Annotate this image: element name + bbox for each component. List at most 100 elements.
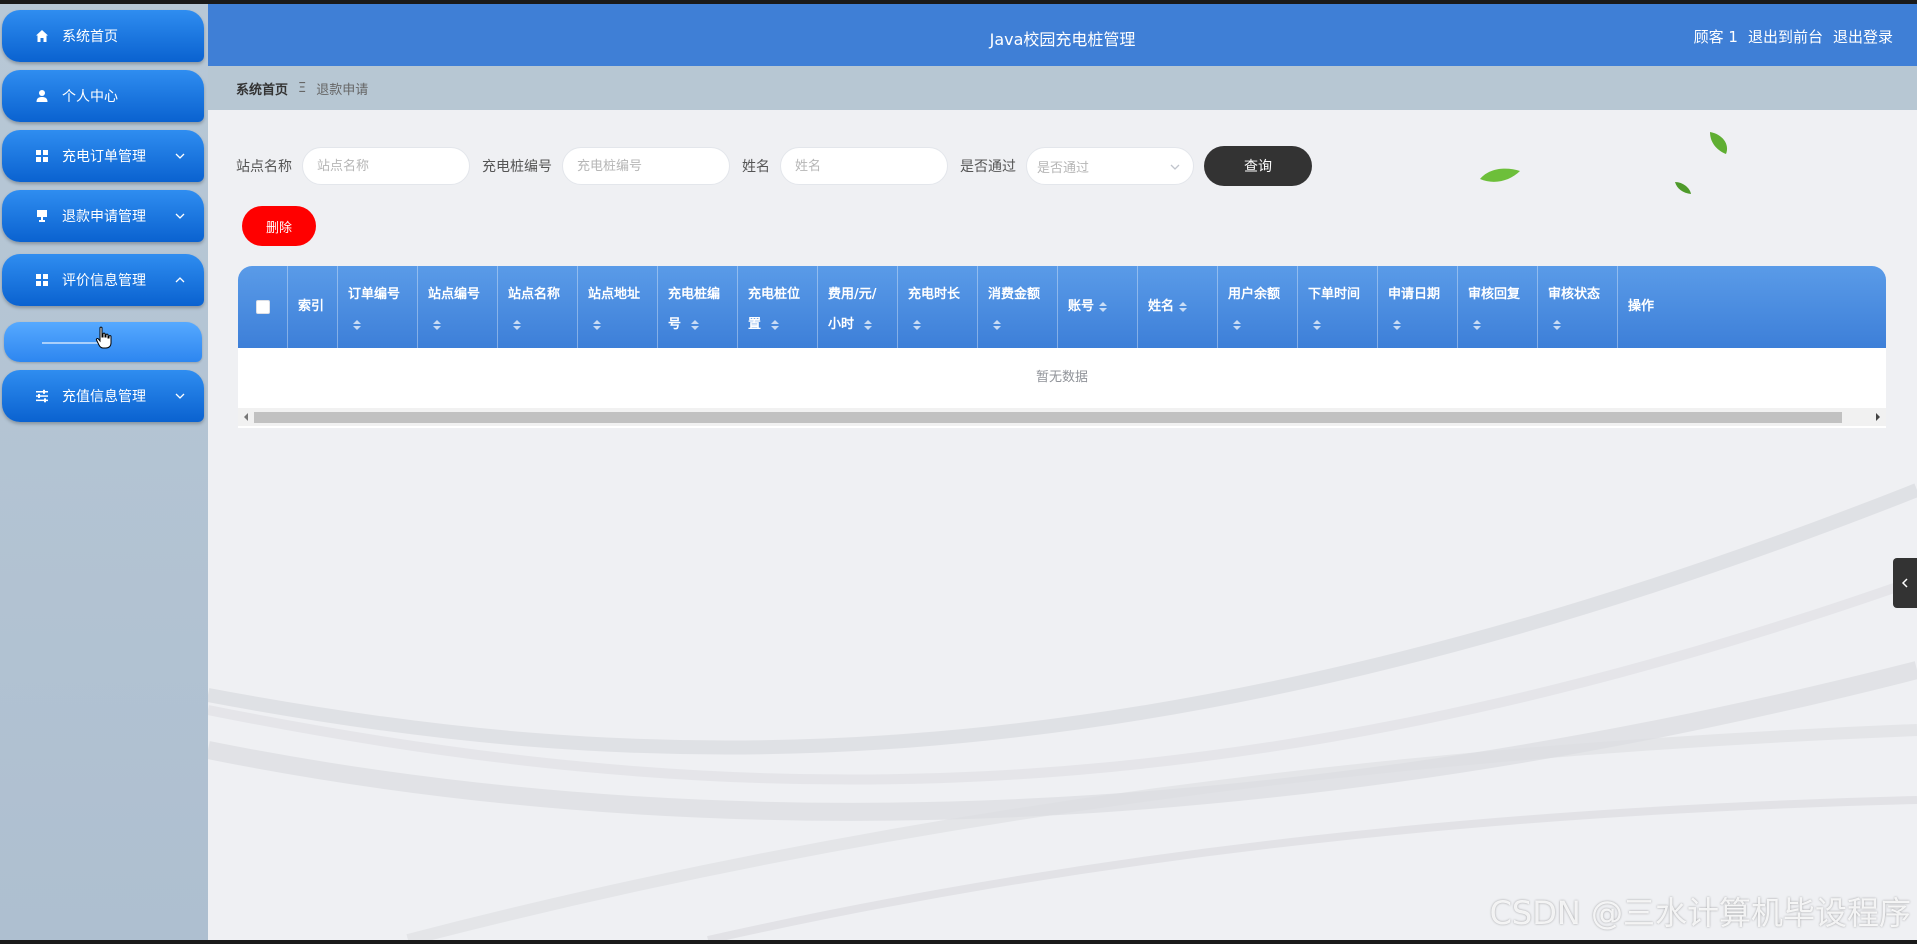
sort-icon[interactable]: [1312, 319, 1322, 331]
grid-icon: [34, 148, 50, 164]
column-header-label: 申请日期: [1388, 287, 1441, 302]
sort-icon[interactable]: [1178, 301, 1188, 313]
hand-cursor-icon: [95, 326, 112, 349]
sidebar-item-charge-orders[interactable]: 充电订单管理: [2, 130, 204, 182]
grid-icon: [34, 272, 50, 288]
column-header[interactable]: 审核状态: [1538, 266, 1618, 348]
column-header-label: 用户余额: [1228, 287, 1281, 302]
sort-icon[interactable]: [992, 319, 1002, 331]
app-window: 系统首页 个人中心 充电订单管理 退款申请管理 评价信息管理 充值信息管理 Ja…: [0, 4, 1917, 940]
column-header[interactable]: 订单编号: [338, 266, 418, 348]
leaf-decoration-icon: [1480, 168, 1520, 182]
sort-icon[interactable]: [352, 319, 362, 331]
sort-icon[interactable]: [770, 319, 780, 331]
main-content: 站点名称 充电桩编号 姓名 是否通过 是否通过 查询 删除 索引: [208, 110, 1917, 940]
chevron-down-icon: [175, 153, 185, 159]
chevron-down-icon: [175, 213, 185, 219]
app-title: Java校园充电桩管理: [989, 30, 1136, 49]
column-header: 索引: [288, 266, 338, 348]
select-all-checkbox[interactable]: [255, 300, 270, 314]
station-name-input[interactable]: [302, 147, 470, 185]
watermark-text: CSDN @三水计算机毕设程序: [1489, 894, 1911, 932]
sidebar-item-refund-requests[interactable]: 退款申请管理: [2, 190, 204, 242]
chevron-left-icon: [1901, 578, 1908, 588]
scrollbar-thumb[interactable]: [254, 412, 1842, 423]
station-name-label: 站点名称: [236, 159, 292, 175]
column-header[interactable]: 站点名称: [498, 266, 578, 348]
sort-icon[interactable]: [1552, 319, 1562, 331]
sidebar-item-recharge[interactable]: 充值信息管理: [2, 370, 204, 422]
sort-icon[interactable]: [432, 319, 442, 331]
column-header[interactable]: 站点编号: [418, 266, 498, 348]
column-header-label: 姓名: [1148, 299, 1175, 314]
logout-link[interactable]: 退出登录: [1833, 26, 1893, 47]
top-bar: Java校园充电桩管理 顾客 1 退出到前台 退出登录: [208, 4, 1917, 66]
column-header-label: 站点编号: [428, 287, 481, 302]
column-header-label: 操作: [1628, 299, 1655, 314]
delete-button[interactable]: 删除: [242, 206, 316, 246]
column-header[interactable]: 充电桩编号: [658, 266, 738, 348]
column-header[interactable]: 姓名: [1138, 266, 1218, 348]
sidebar-item-label: 评价信息管理: [62, 273, 146, 289]
approved-select-placeholder: 是否通过: [1037, 160, 1090, 176]
sidebar-item-home[interactable]: 系统首页: [2, 10, 204, 62]
table-header: 索引 订单编号 站点编号 站点名称 站点地址 充电桩编号 充电桩位置 费用/元/…: [238, 266, 1886, 348]
table-empty-text: 暂无数据: [1035, 370, 1088, 385]
column-header[interactable]: 审核回复: [1458, 266, 1538, 348]
column-header[interactable]: 下单时间: [1298, 266, 1378, 348]
column-header[interactable]: 充电桩位置: [738, 266, 818, 348]
column-header-label: 索引: [298, 299, 325, 314]
approved-select[interactable]: 是否通过: [1026, 147, 1194, 185]
sort-icon[interactable]: [592, 319, 602, 331]
column-header-label: 账号: [1068, 299, 1095, 314]
query-button[interactable]: 查询: [1204, 146, 1312, 186]
column-header-label: 消费金额: [988, 287, 1041, 302]
sidebar: 系统首页 个人中心 充电订单管理 退款申请管理 评价信息管理 充值信息管理: [0, 4, 208, 940]
column-header-label: 站点地址: [588, 287, 641, 302]
horizontal-scrollbar[interactable]: [238, 408, 1886, 426]
column-header[interactable]: 账号: [1058, 266, 1138, 348]
column-header[interactable]: 消费金额: [978, 266, 1058, 348]
sidebar-item-label: 个人中心: [62, 89, 118, 105]
side-collapse-tab[interactable]: [1893, 558, 1917, 608]
breadcrumb-separator: Ξ: [298, 80, 307, 96]
user-icon: [34, 88, 50, 104]
sidebar-item-personal-center[interactable]: 个人中心: [2, 70, 204, 122]
column-header: 操作: [1618, 266, 1886, 348]
column-header[interactable]: 用户余额: [1218, 266, 1298, 348]
column-header-label: 审核状态: [1548, 287, 1601, 302]
sliders-icon: [34, 388, 50, 404]
column-header[interactable]: 费用/元/小时: [818, 266, 898, 348]
column-header-label: 下单时间: [1308, 287, 1361, 302]
column-header[interactable]: 站点地址: [578, 266, 658, 348]
name-input[interactable]: [780, 147, 948, 185]
subitem-placeholder-bar: [42, 342, 98, 344]
sort-icon[interactable]: [512, 319, 522, 331]
to-front-link[interactable]: 退出到前台: [1748, 26, 1823, 47]
column-header[interactable]: 充电时长: [898, 266, 978, 348]
sort-icon[interactable]: [690, 319, 700, 331]
sidebar-item-reviews[interactable]: 评价信息管理: [2, 254, 204, 306]
search-bar: 站点名称 充电桩编号 姓名 是否通过 是否通过 查询: [236, 146, 1312, 186]
sort-icon[interactable]: [1232, 319, 1242, 331]
sort-icon[interactable]: [1472, 319, 1482, 331]
sort-icon[interactable]: [1098, 301, 1108, 313]
breadcrumb-current: 退款申请: [316, 82, 369, 98]
pile-no-input[interactable]: [562, 147, 730, 185]
breadcrumb-home[interactable]: 系统首页: [236, 79, 288, 98]
column-header-label: 订单编号: [348, 287, 401, 302]
column-header[interactable]: 申请日期: [1378, 266, 1458, 348]
background-swoosh: [208, 483, 1917, 940]
name-label: 姓名: [742, 159, 770, 175]
sort-icon[interactable]: [863, 319, 873, 331]
header-select-all: [238, 266, 288, 348]
sort-icon[interactable]: [1392, 319, 1402, 331]
leaf-decoration-icon: [1710, 132, 1728, 154]
column-header-label: 审核回复: [1468, 287, 1521, 302]
sidebar-item-label: 退款申请管理: [62, 209, 146, 225]
breadcrumb: 系统首页 Ξ 退款申请: [208, 66, 1917, 110]
scroll-right-arrow-icon[interactable]: [1874, 412, 1882, 422]
sort-icon[interactable]: [912, 319, 922, 331]
sidebar-item-label: 充电订单管理: [62, 149, 146, 165]
scroll-left-arrow-icon[interactable]: [242, 412, 250, 422]
